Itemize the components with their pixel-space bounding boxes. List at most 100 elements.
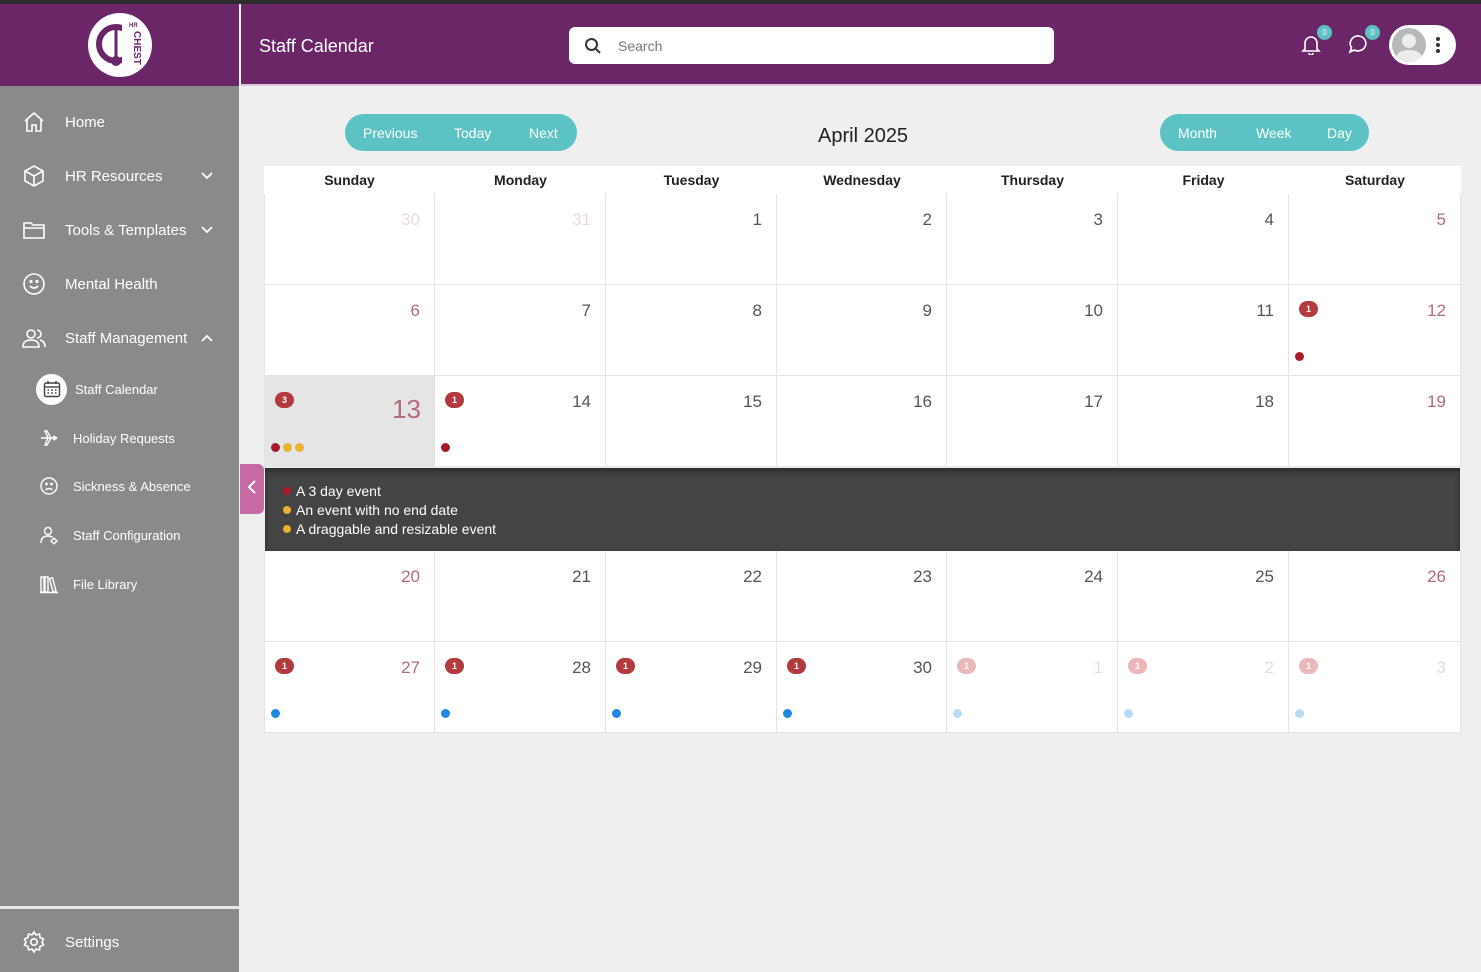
- sidebar-item-label: Staff Management: [65, 329, 188, 347]
- event-count-badge[interactable]: 1: [445, 392, 464, 408]
- day-cell[interactable]: 7: [435, 285, 606, 376]
- event-dot[interactable]: [283, 443, 292, 452]
- sidebar-subitem-staff-configuration[interactable]: Staff Configuration: [0, 513, 239, 557]
- sidebar-subitem-file-library[interactable]: File Library: [0, 562, 239, 606]
- library-icon: [38, 573, 60, 595]
- day-cell[interactable]: 16: [777, 376, 947, 467]
- event-dot[interactable]: [441, 443, 450, 452]
- weekday-label: Saturday: [1345, 172, 1405, 188]
- event-count-badge[interactable]: 1: [275, 658, 294, 674]
- event-dot[interactable]: [953, 709, 962, 718]
- month-view-button[interactable]: Month: [1178, 125, 1217, 141]
- search-icon: [583, 36, 603, 56]
- chevron-down-icon: [199, 222, 215, 238]
- event-item[interactable]: A draggable and resizable event: [283, 521, 496, 537]
- day-cell[interactable]: 10: [947, 285, 1118, 376]
- day-cell[interactable]: 21: [1118, 642, 1289, 733]
- event-count-badge[interactable]: 1: [1299, 658, 1318, 674]
- event-dot[interactable]: [271, 709, 280, 718]
- event-count-badge[interactable]: 1: [1299, 301, 1318, 317]
- sidebar-collapse-button[interactable]: [240, 464, 264, 514]
- day-cell[interactable]: 30: [264, 194, 435, 285]
- home-icon: [21, 109, 47, 135]
- messages-button[interactable]: 0: [1344, 25, 1380, 61]
- day-cell[interactable]: 11: [947, 642, 1118, 733]
- day-cell[interactable]: 1: [606, 194, 777, 285]
- event-dot[interactable]: [1295, 352, 1304, 361]
- day-cell[interactable]: 29 1: [606, 642, 777, 733]
- day-cell[interactable]: 3: [947, 194, 1118, 285]
- sidebar-item-settings[interactable]: Settings: [0, 915, 239, 969]
- user-menu[interactable]: [1389, 25, 1456, 65]
- day-cell[interactable]: 22: [606, 551, 777, 642]
- event-dot[interactable]: [1124, 709, 1133, 718]
- sidebar-item-staff-management[interactable]: Staff Management: [0, 311, 239, 365]
- day-cell[interactable]: 8: [606, 285, 777, 376]
- day-cell[interactable]: 30 1: [777, 642, 947, 733]
- week-view-button[interactable]: Week: [1256, 125, 1292, 141]
- day-number: 5: [1436, 210, 1446, 229]
- day-cell[interactable]: 2: [777, 194, 947, 285]
- day-cell[interactable]: 31: [435, 194, 606, 285]
- sidebar-item-hr-resources[interactable]: HR Resources: [0, 149, 239, 203]
- day-number: 18: [1255, 392, 1274, 411]
- search-bar[interactable]: [569, 27, 1054, 64]
- day-cell[interactable]: 20: [264, 551, 435, 642]
- event-dot[interactable]: [1295, 709, 1304, 718]
- day-cell[interactable]: 31: [1289, 642, 1461, 733]
- sidebar-item-tools-templates[interactable]: Tools & Templates: [0, 203, 239, 257]
- search-input[interactable]: [618, 37, 1038, 54]
- day-cell[interactable]: 18: [1118, 376, 1289, 467]
- event-count-badge[interactable]: 1: [616, 658, 635, 674]
- event-count-badge[interactable]: 1: [787, 658, 806, 674]
- sidebar-subitem-sickness-absence[interactable]: Sickness & Absence: [0, 464, 239, 508]
- event-dot[interactable]: [271, 443, 280, 452]
- day-cell[interactable]: 9: [777, 285, 947, 376]
- day-view-button[interactable]: Day: [1327, 125, 1352, 141]
- day-number: 1: [1093, 658, 1103, 677]
- previous-button[interactable]: Previous: [363, 125, 417, 141]
- hr-chest-logo[interactable]: HR CHEST: [87, 13, 152, 77]
- today-button[interactable]: Today: [454, 125, 491, 141]
- day-cell[interactable]: 5: [1289, 194, 1461, 285]
- event-dot[interactable]: [441, 709, 450, 718]
- event-count-badge[interactable]: 1: [1128, 658, 1147, 674]
- event-dot[interactable]: [295, 443, 304, 452]
- day-cell[interactable]: 26: [1289, 551, 1461, 642]
- event-item[interactable]: A 3 day event: [283, 483, 381, 499]
- day-cell[interactable]: 6: [264, 285, 435, 376]
- sidebar-item-home[interactable]: Home: [0, 95, 239, 149]
- day-cell[interactable]: 12 1: [1289, 285, 1461, 376]
- expanded-day-events: A 3 day event An event with no end date A …: [265, 468, 1460, 551]
- next-button[interactable]: Next: [529, 125, 558, 141]
- day-cell[interactable]: 27 1: [264, 642, 435, 733]
- day-cell-today[interactable]: 13 3: [264, 376, 435, 467]
- day-cell[interactable]: 14 1: [435, 376, 606, 467]
- day-cell[interactable]: 15: [606, 376, 777, 467]
- sidebar-subitem-holiday-requests[interactable]: Holiday Requests: [0, 416, 239, 460]
- day-cell[interactable]: 28 1: [435, 642, 606, 733]
- day-number: 27: [401, 658, 420, 677]
- day-cell[interactable]: 4: [1118, 194, 1289, 285]
- sidebar-item-mental-health[interactable]: Mental Health: [0, 257, 239, 311]
- day-cell[interactable]: 25: [1118, 551, 1289, 642]
- event-item[interactable]: An event with no end date: [283, 502, 458, 518]
- day-cell[interactable]: 24: [947, 551, 1118, 642]
- event-count-badge[interactable]: 3: [275, 392, 294, 408]
- event-count-badge[interactable]: 1: [957, 658, 976, 674]
- sidebar-subitem-staff-calendar[interactable]: Staff Calendar: [0, 367, 239, 411]
- smile-icon: [21, 271, 47, 297]
- notifications-button[interactable]: 0: [1296, 25, 1332, 61]
- weekday-header: Sunday Monday Tuesday Wednesday Thursday Frid…: [264, 166, 1461, 194]
- event-count-badge[interactable]: 1: [445, 658, 464, 674]
- day-cell[interactable]: 19: [1289, 376, 1461, 467]
- day-number: 22: [743, 567, 762, 586]
- event-dot[interactable]: [612, 709, 621, 718]
- sidebar-subitem-label: File Library: [73, 576, 138, 592]
- day-cell[interactable]: 17: [947, 376, 1118, 467]
- event-dot[interactable]: [783, 709, 792, 718]
- day-cell[interactable]: 23: [777, 551, 947, 642]
- day-number: 3: [1436, 658, 1446, 677]
- day-cell[interactable]: 21: [435, 551, 606, 642]
- day-cell[interactable]: 11: [1118, 285, 1289, 376]
